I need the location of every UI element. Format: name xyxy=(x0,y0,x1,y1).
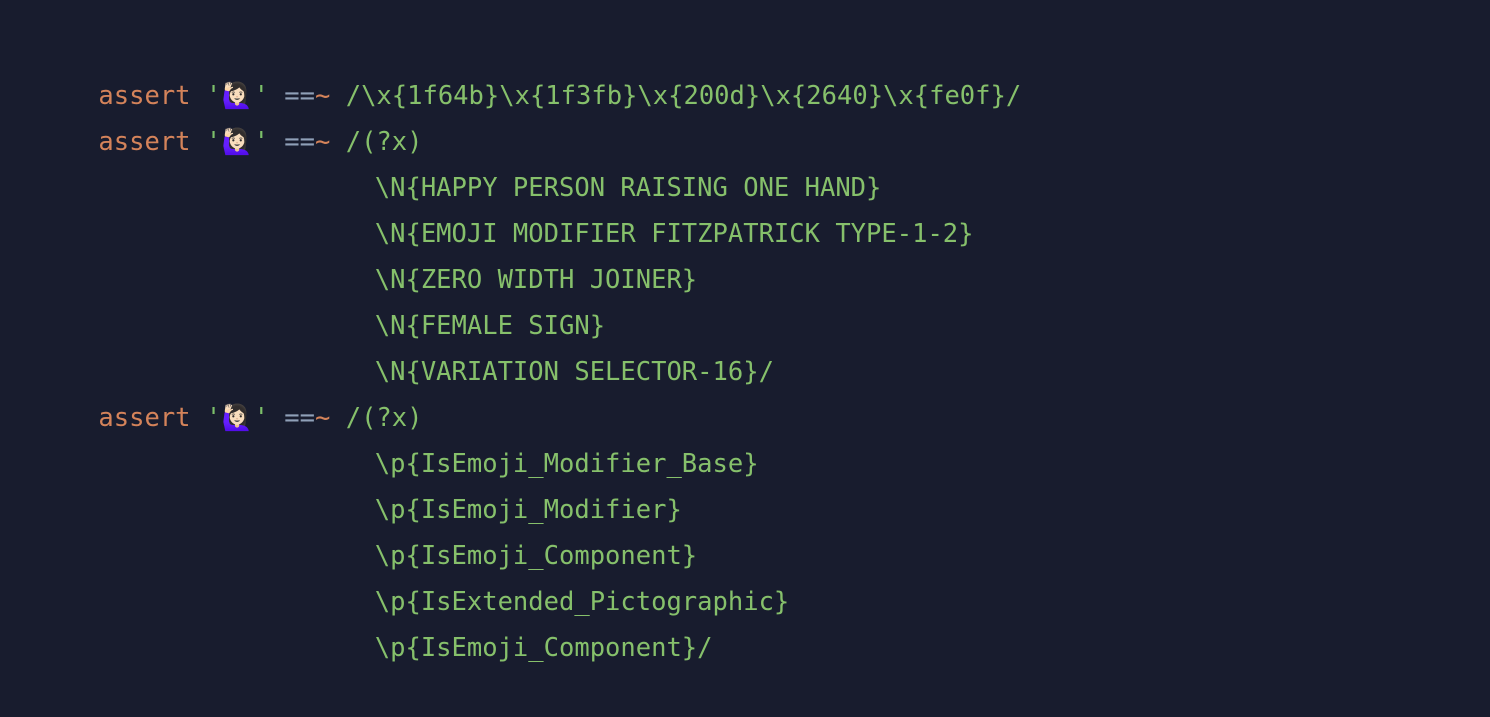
code-line: \p{IsExtended_Pictographic} xyxy=(0,533,1490,617)
code-line: assert '🙋🏻‍♀️' ==~ /(?x) xyxy=(0,73,1490,157)
code-line: \p{IsEmoji_Component} xyxy=(0,487,1490,571)
code-line: \N{EMOJI MODIFIER FITZPATRICK TYPE-1-2} xyxy=(0,165,1490,249)
regex-unicode-property: \p{IsEmoji_Component}/ xyxy=(374,633,713,663)
code-line: \N{ZERO WIDTH JOINER} xyxy=(0,211,1490,295)
code-line: \p{IsEmoji_Modifier} xyxy=(0,441,1490,525)
code-line: assert '🙋🏻‍♀️' ==~ /\x{1f64b}\x{1f3fb}\x… xyxy=(0,27,1490,111)
code-line: \N{HAPPY PERSON RAISING ONE HAND} xyxy=(0,119,1490,203)
code-line: \N{FEMALE SIGN} xyxy=(0,257,1490,341)
code-line: \p{IsEmoji_Component}/ xyxy=(0,579,1490,663)
code-line: assert '🙋🏻‍♀️' ==~ /(?x) xyxy=(0,349,1490,433)
code-line: \p{IsEmoji_Modifier_Base} xyxy=(0,395,1490,479)
code-editor-surface: assert '🙋🏻‍♀️' ==~ /\x{1f64b}\x{1f3fb}\x… xyxy=(0,27,1490,678)
code-line: \N{VARIATION SELECTOR-16}/ xyxy=(0,303,1490,387)
